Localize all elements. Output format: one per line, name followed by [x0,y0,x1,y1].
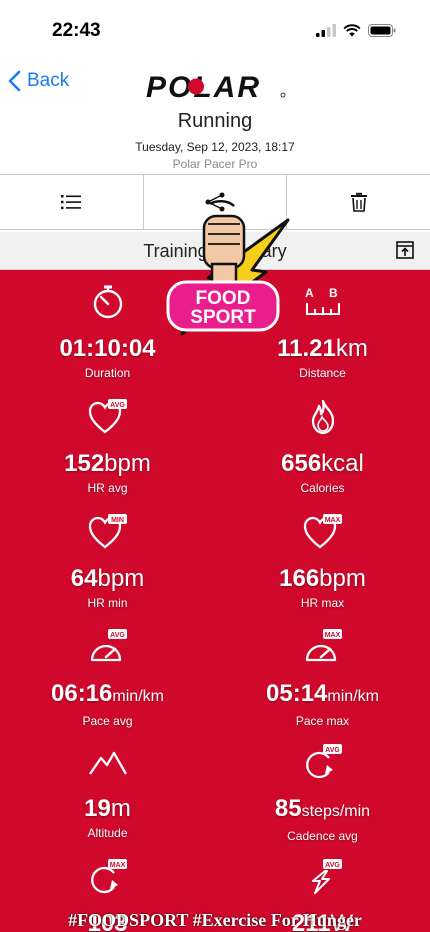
metric-unit: m [110,795,131,822]
mountain-icon [0,740,215,784]
metric-value: 01:10:04 [0,334,215,364]
metric-unit: min/km [112,688,164,705]
metric-label: Duration [84,366,131,380]
metric-value: 06:16min/km [0,679,215,712]
metric-label: Pace avg [82,714,133,728]
svg-text:MAX: MAX [324,517,340,524]
metric-unit: steps/min [301,803,371,820]
metric-value: 166bpm [215,564,430,594]
metric-calories: 656kcal Calories [215,395,430,495]
metric-number: 01:10:04 [59,335,156,362]
metric-label: HR avg [87,481,128,495]
metric-value: 64bpm [0,564,215,594]
back-button[interactable]: Back [8,70,69,92]
svg-text:A: A [305,286,314,300]
session-datetime: Tuesday, Sep 12, 2023, 18:17 [135,140,295,154]
metric-value: 85steps/min [215,794,430,827]
list-icon [61,195,82,210]
svg-text:AVG: AVG [110,632,125,639]
metric-value: 19m [0,794,215,824]
flame-icon [215,395,430,439]
device-name: Polar Pacer Pro [172,157,258,171]
pace-avg-icon: AVG [0,625,215,669]
chevron-left-icon [8,70,21,92]
svg-text:MIN: MIN [111,517,124,524]
svg-text:AVG: AVG [110,402,125,409]
metric-hr-max: MAX 166bpm HR max [215,510,430,610]
metric-value: 05:14min/km [215,679,430,712]
polar-logo: POLAR [146,71,286,102]
metric-unit: kcal [321,450,364,477]
metric-unit: bpm [319,565,366,592]
status-bar: 22:43 [0,0,430,62]
metric-value: 11.21km [215,334,430,364]
heart-avg-icon: AVG [0,395,215,439]
svg-text:MAX: MAX [324,632,340,639]
metric-number: 05:14 [266,680,328,707]
status-time: 22:43 [52,20,101,41]
metric-number: 64 [70,565,98,592]
battery-icon [368,24,396,37]
heart-min-icon: MIN [0,510,215,554]
metric-label: Calories [300,481,345,495]
nav-header: Back POLAR Running Tuesday, Sep 12, 2023… [0,62,430,174]
wifi-icon [343,24,361,37]
metric-altitude: 19m Altitude [0,740,215,840]
power-avg-icon: AVG [215,855,430,899]
metric-number: 166 [279,565,320,592]
metric-cadence-avg: AVG 85steps/min Cadence avg [215,740,430,843]
metric-hr-avg: AVG 152bpm HR avg [0,395,215,495]
foodsport-badge: FOOD SPORT [166,200,290,336]
delete-button[interactable] [286,175,430,229]
trash-icon [350,192,367,212]
svg-text:AVG: AVG [325,747,340,754]
metric-unit: bpm [97,565,145,592]
metric-label: Pace max [295,714,350,728]
svg-text:MAX: MAX [109,862,125,869]
metric-number: 06:16 [51,680,113,707]
metric-pace-avg: AVG 06:16min/km Pace avg [0,625,215,728]
back-label: Back [27,70,70,91]
metric-number: 11.21 [277,335,336,362]
status-icons [316,24,396,37]
metric-unit: min/km [327,688,379,705]
metric-number: 19 [84,795,111,822]
metric-pace-max: MAX 05:14min/km Pace max [215,625,430,728]
metric-number: 152 [64,450,105,477]
metric-label: HR max [300,596,345,610]
metric-unit: km [335,335,368,362]
metric-label: Cadence avg [287,829,358,843]
metric-value: 656kcal [215,449,430,479]
svg-text:FOOD: FOOD [196,288,251,309]
metric-number: 656 [281,450,322,477]
svg-text:B: B [329,286,338,300]
metrics-grid: 01:10:04 Duration A B 11.21km Distance A… [0,270,430,932]
cadence-avg-icon: AVG [215,740,430,784]
svg-text:AVG: AVG [325,862,340,869]
heart-max-icon: MAX [215,510,430,554]
metric-label: Altitude [87,826,128,840]
foodsport-watermark: #FOODSPORT #Exercise For Hunger [68,910,362,930]
cadence-max-icon: MAX [0,855,215,899]
pace-max-icon: MAX [215,625,430,669]
metric-label: Distance [299,366,346,380]
metric-hr-min: MIN 64bpm HR min [0,510,215,610]
signal-icon [316,24,336,37]
list-button[interactable] [0,175,143,229]
page-title: Running [177,110,253,132]
svg-text:SPORT: SPORT [190,307,256,328]
metric-number: 85 [274,795,302,822]
metric-unit: bpm [104,450,151,477]
metric-label: HR min [87,596,128,610]
export-icon[interactable] [396,241,414,259]
metric-value: 152bpm [0,449,215,479]
